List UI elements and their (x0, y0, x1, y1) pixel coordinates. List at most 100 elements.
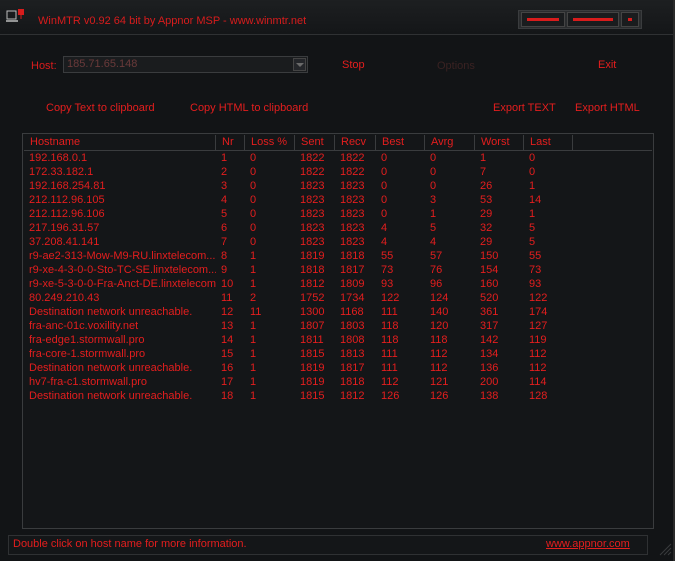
table-row[interactable]: Destination network unreachable. 12 11 1300… (24, 305, 652, 319)
table-cell: 1822 (340, 152, 365, 164)
table-row[interactable]: 192.168.0.1 1 0 1822 1822 0 0 1 0 (24, 151, 652, 165)
column-header-hostname[interactable]: Hostname (24, 135, 216, 150)
table-row[interactable]: r9-ae2-313-Mow-M9-RU.linxtelecom.... 8 1 18… (24, 249, 652, 263)
maximize-button[interactable] (567, 12, 619, 27)
table-row[interactable]: 212.112.96.106 5 0 1823 1823 0 1 29 1 (24, 207, 652, 221)
table-cell: 0 (250, 166, 257, 178)
table-row[interactable]: 192.168.254.81 3 0 1823 1823 0 0 26 1 (24, 179, 652, 193)
hostname-cell[interactable]: r9-ae2-313-Mow-M9-RU.linxtelecom.... (24, 249, 216, 263)
hostname-cell[interactable]: 172.33.182.1 (24, 165, 216, 179)
column-header-loss[interactable]: Loss % (245, 135, 295, 150)
table-row[interactable]: fra-core-1.stormwall.pro 15 1 1815 1813 111 11… (24, 347, 652, 361)
table-cell: 134 (480, 348, 499, 360)
stop-button[interactable]: Stop (342, 59, 365, 71)
table-cell: 5 (529, 236, 536, 248)
table-row[interactable]: r9-xe-4-3-0-0-Sto-TC-SE.linxtelecom.... 9… (24, 263, 652, 277)
close-button[interactable] (621, 12, 639, 27)
table-row[interactable]: fra-anc-01c.voxility.net 13 1 1807 1803 118 12… (24, 319, 652, 333)
column-header-last[interactable]: Last (524, 135, 573, 150)
table-row[interactable]: Destination network unreachable. 18 1 1815 1… (24, 389, 652, 403)
host-input[interactable]: 185.71.65.148 (67, 58, 137, 70)
hostname-cell[interactable]: fra-edge1.stormwall.pro (24, 333, 216, 347)
title-bar[interactable]: WinMTR v0.92 64 bit by Appnor MSP - www.… (0, 0, 673, 34)
minimize-icon (527, 18, 559, 21)
table-row[interactable]: 217.196.31.57 6 0 1823 1823 4 5 32 5 (24, 221, 652, 235)
resize-grip-icon[interactable] (656, 540, 672, 556)
host-combobox[interactable]: 185.71.65.148 (63, 56, 308, 73)
export-html-button[interactable]: Export HTML (575, 102, 640, 114)
table-cell: 0 (250, 208, 257, 220)
table-cell: 1823 (300, 194, 325, 206)
appnor-link[interactable]: www.appnor.com (546, 538, 630, 550)
hostname-cell[interactable]: hv7-fra-c1.stormwall.pro (24, 375, 216, 389)
table-row[interactable]: 37.208.41.141 7 0 1823 1823 4 4 29 5 (24, 235, 652, 249)
table-cell: 118 (381, 334, 399, 346)
column-header-worst[interactable]: Worst (475, 135, 524, 150)
table-cell: 1808 (340, 334, 365, 346)
column-header-sent[interactable]: Sent (295, 135, 335, 150)
copy-html-button[interactable]: Copy HTML to clipboard (190, 102, 308, 114)
minimize-button[interactable] (521, 12, 565, 27)
table-cell: 1 (250, 362, 257, 374)
table-cell: 150 (480, 250, 499, 262)
table-row[interactable]: 80.249.210.43 11 2 1752 1734 122 124 520 122 (24, 291, 652, 305)
export-text-button[interactable]: Export TEXT (493, 102, 556, 114)
column-header-nr[interactable]: Nr (216, 135, 245, 150)
hostname-cell[interactable]: fra-anc-01c.voxility.net (24, 319, 216, 333)
table-cell: 1 (529, 208, 536, 220)
hostname-cell[interactable]: 192.168.0.1 (24, 151, 216, 165)
table-row[interactable]: Destination network unreachable. 16 1 1819 1… (24, 361, 652, 375)
options-button[interactable]: Options (437, 60, 475, 72)
exit-button[interactable]: Exit (598, 59, 616, 71)
table-cell: 122 (529, 292, 548, 304)
table-cell: 111 (381, 306, 398, 318)
table-row[interactable]: r9-xe-5-3-0-0-Fra-Anct-DE.linxtelecom...… (24, 277, 652, 291)
hostname-cell[interactable]: r9-xe-5-3-0-0-Fra-Anct-DE.linxtelecom... (24, 277, 216, 291)
table-cell: 11 (250, 306, 262, 318)
results-table[interactable]: Hostname Nr Loss % Sent Recv Best Avrg W… (22, 133, 654, 529)
table-cell: 0 (381, 194, 388, 206)
hostname-cell[interactable]: 217.196.31.57 (24, 221, 216, 235)
column-header-avrg[interactable]: Avrg (425, 135, 475, 150)
table-cell: 122 (381, 292, 400, 304)
column-header-recv[interactable]: Recv (335, 135, 376, 150)
table-row[interactable]: hv7-fra-c1.stormwall.pro 17 1 1819 1818 112 12… (24, 375, 652, 389)
hostname-cell[interactable]: 80.249.210.43 (24, 291, 216, 305)
hostname-cell[interactable]: Destination network unreachable. (24, 389, 216, 403)
table-cell: 2 (221, 166, 228, 178)
column-header-best[interactable]: Best (376, 135, 425, 150)
hostname-cell[interactable]: Destination network unreachable. (24, 361, 216, 375)
table-cell: 96 (430, 278, 443, 290)
table-cell: 26 (480, 180, 493, 192)
hostname-cell[interactable]: Destination network unreachable. (24, 305, 216, 319)
host-dropdown-button[interactable] (293, 58, 306, 71)
table-cell: 0 (430, 152, 437, 164)
chevron-down-icon (296, 63, 304, 67)
table-cell: 55 (381, 250, 394, 262)
hostname-cell[interactable]: fra-core-1.stormwall.pro (24, 347, 216, 361)
hostname-cell[interactable]: 37.208.41.141 (24, 235, 216, 249)
table-cell: 17 (221, 376, 234, 388)
hostname-cell[interactable]: 212.112.96.105 (24, 193, 216, 207)
table-row[interactable]: 212.112.96.105 4 0 1823 1823 0 3 53 14 (24, 193, 652, 207)
table-row[interactable]: fra-edge1.stormwall.pro 14 1 1811 1808 118 118… (24, 333, 652, 347)
copy-text-button[interactable]: Copy Text to clipboard (46, 102, 155, 114)
table-cell: 93 (381, 278, 394, 290)
table-cell: 154 (480, 264, 499, 276)
table-cell: 1 (250, 278, 257, 290)
table-body: 192.168.0.1 1 0 1822 1822 0 0 1 0 172.33.182.1 2 0 1… (24, 151, 652, 403)
table-cell: 1811 (300, 334, 324, 346)
table-cell: 1822 (300, 166, 325, 178)
hostname-cell[interactable]: 212.112.96.106 (24, 207, 216, 221)
app-icon (6, 9, 24, 22)
table-cell: 1823 (300, 222, 325, 234)
hostname-cell[interactable]: r9-xe-4-3-0-0-Sto-TC-SE.linxtelecom.... (24, 263, 216, 277)
table-cell: 1819 (300, 250, 325, 262)
table-cell: 1822 (300, 152, 325, 164)
table-cell: 12 (221, 306, 234, 318)
table-cell: 1 (250, 376, 257, 388)
table-cell: 136 (480, 362, 499, 374)
table-row[interactable]: 172.33.182.1 2 0 1822 1822 0 0 7 0 (24, 165, 652, 179)
hostname-cell[interactable]: 192.168.254.81 (24, 179, 216, 193)
table-cell: 112 (430, 362, 448, 374)
